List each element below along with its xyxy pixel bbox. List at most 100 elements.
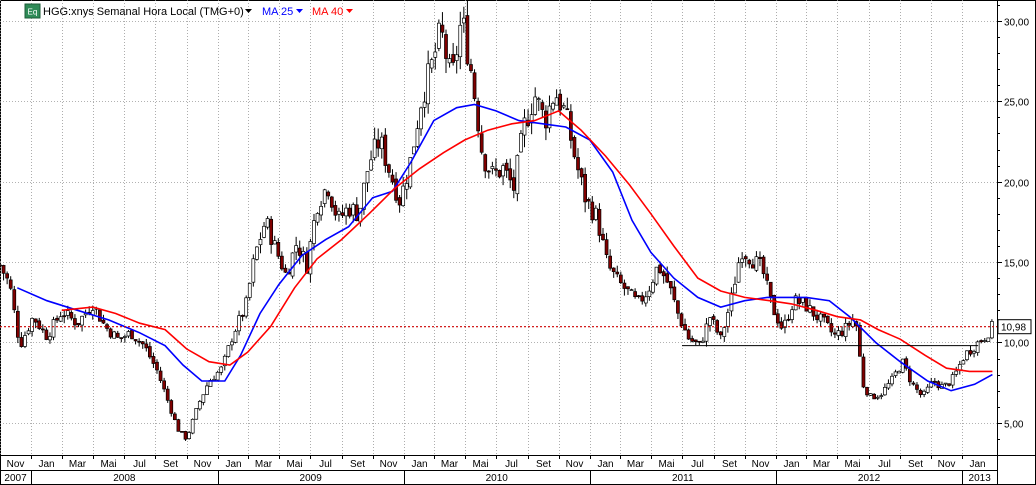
candle-body <box>30 318 34 332</box>
candle-body <box>394 178 398 201</box>
candle-body <box>747 259 752 265</box>
candle-body <box>5 273 9 279</box>
candle-body <box>569 111 573 141</box>
candle-body <box>76 322 81 326</box>
candle-body <box>922 390 926 395</box>
candle-body <box>615 271 620 275</box>
candle-body <box>733 283 737 294</box>
candle-body <box>401 185 406 207</box>
candle-body <box>233 330 238 343</box>
instrument-dropdown-icon[interactable] <box>245 9 252 13</box>
candle-body <box>290 252 295 277</box>
candle-body <box>504 162 509 171</box>
equity-icon-label: Eq <box>28 8 38 17</box>
candle-body <box>740 258 744 263</box>
candle-body <box>954 370 959 375</box>
ma-long-label[interactable]: MA 40 <box>312 6 343 18</box>
candle-body <box>51 319 56 338</box>
last-price-label: 10,98 <box>1001 323 1026 334</box>
candle-body <box>1 265 6 274</box>
x-tick-label: Mar <box>255 459 273 470</box>
candle-body <box>187 432 191 440</box>
candle-body <box>965 350 969 361</box>
candle-body <box>519 133 523 153</box>
candle-body <box>215 371 220 381</box>
candle-body <box>815 314 819 321</box>
candle-body <box>665 273 670 283</box>
candle-body <box>968 350 973 355</box>
candle-body <box>765 273 769 281</box>
candle-body <box>297 247 302 256</box>
candle-body <box>982 340 987 342</box>
candle-body <box>544 110 548 129</box>
candle-body <box>69 312 74 319</box>
candle-body <box>197 401 202 410</box>
candle-body <box>711 316 716 320</box>
candle-body <box>165 388 170 401</box>
candle-body <box>708 317 712 326</box>
candle-body <box>718 331 723 336</box>
candle-body <box>437 22 441 49</box>
x-tick-label: Mai <box>286 459 302 470</box>
candle-body <box>672 286 677 301</box>
candle-body <box>947 383 951 386</box>
candle-body <box>590 201 595 221</box>
x-tick-label: Nov <box>380 459 398 470</box>
year-label: 2012 <box>858 473 881 484</box>
x-tick-label: Mai <box>844 459 860 470</box>
ma-long-dropdown-icon[interactable] <box>346 9 353 13</box>
candle-body <box>369 159 373 171</box>
candle-body <box>768 281 773 297</box>
candle-body <box>426 63 431 105</box>
candle-body <box>494 168 498 171</box>
candle-body <box>943 382 948 385</box>
x-tick-label: Jan <box>597 459 613 470</box>
candle-body <box>554 97 559 106</box>
x-tick-label: Mai <box>658 459 674 470</box>
candle-body <box>44 329 49 340</box>
candle-body <box>329 196 334 208</box>
candle-body <box>390 174 395 183</box>
candle-body <box>23 335 27 347</box>
candle-body <box>461 17 466 24</box>
x-tick-label: Mai <box>100 459 116 470</box>
candle-body <box>272 240 277 245</box>
x-tick-label: Nov <box>194 459 212 470</box>
candle-body <box>508 168 513 181</box>
year-label: 2011 <box>672 473 694 484</box>
candle-body <box>362 182 366 210</box>
candle-body <box>190 418 195 434</box>
candle-body <box>98 309 102 322</box>
price-axis[interactable]: 5,00 10,00 15,00 20,00 25,00 30,00 10,98 <box>997 5 1032 440</box>
x-tick-label: Nov <box>7 459 25 470</box>
candle-body <box>957 364 962 371</box>
candle-body <box>911 382 916 385</box>
candle-body <box>115 332 120 338</box>
x-tick-label: Mar <box>69 459 87 470</box>
moving-average-lines <box>16 103 993 392</box>
instrument-label[interactable]: HGG:xnys Semanal Hora Local (TMG+0) <box>43 6 244 18</box>
year-label: 2013 <box>969 473 992 484</box>
candle-body <box>183 431 188 440</box>
candle-body <box>697 340 702 343</box>
candle-body <box>15 310 20 338</box>
candle-body <box>811 306 816 317</box>
ma-short-label[interactable]: MA 25 <box>262 6 293 18</box>
price-chart[interactable]: 5,00 10,00 15,00 20,00 25,00 30,00 10,98 Nov Ja… <box>0 0 1036 485</box>
candle-body <box>565 108 570 111</box>
candle-body <box>668 281 673 289</box>
candle-body <box>497 170 502 178</box>
candle-body <box>797 297 802 304</box>
x-tick-label: Jul <box>505 459 518 470</box>
candle-body <box>344 207 348 217</box>
candle-body <box>861 356 866 388</box>
candle-body <box>454 54 459 61</box>
x-tick-label: Jul <box>691 459 704 470</box>
candle-body <box>379 136 384 150</box>
ma-short-dropdown-icon[interactable] <box>296 9 303 13</box>
candle-body <box>800 297 805 303</box>
candle-body <box>836 330 841 336</box>
candle-body <box>736 262 741 283</box>
x-tick-label: Set <box>350 459 365 470</box>
candle-body <box>444 34 448 59</box>
